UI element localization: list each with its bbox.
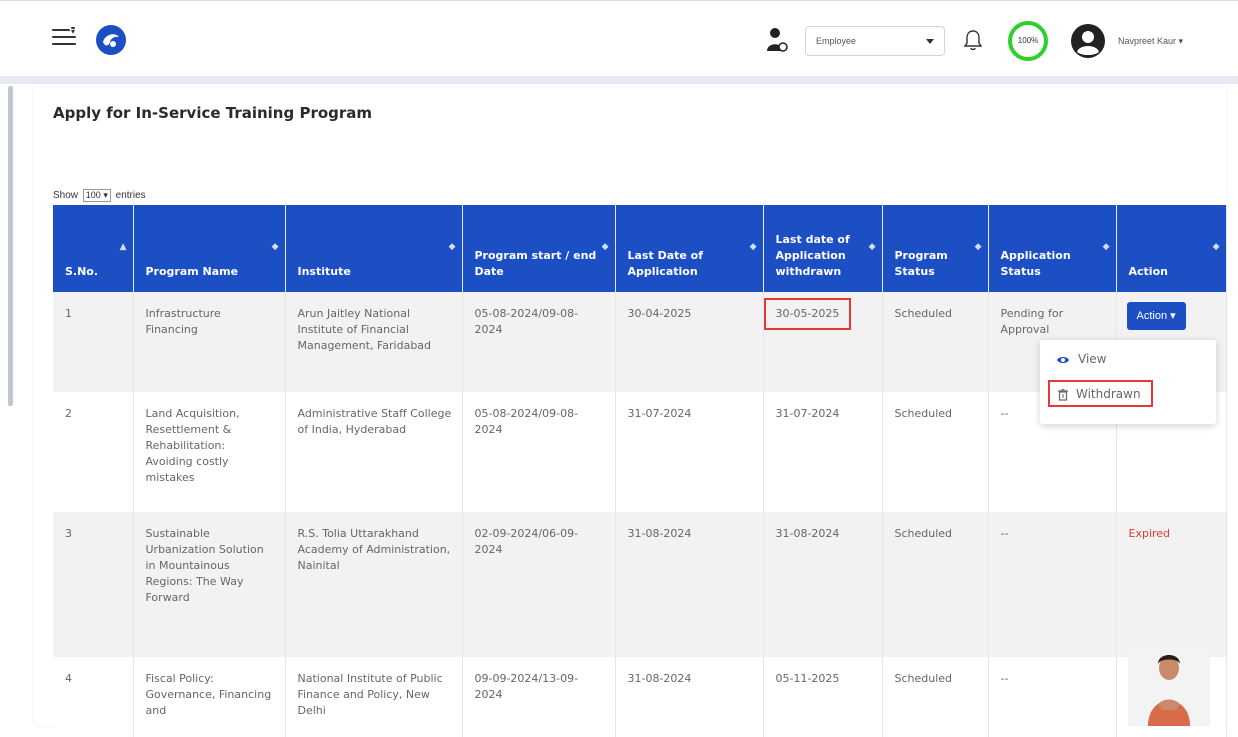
header-label: Program start / end Date: [474, 249, 597, 278]
entries-select[interactable]: 100 ▾: [82, 189, 111, 202]
cell-program-status: Scheduled: [882, 657, 989, 737]
cell-program-status: Scheduled: [882, 392, 989, 512]
sort-icon: ◆: [749, 242, 757, 252]
sort-icon: ◆: [271, 242, 279, 252]
column-header-action[interactable]: Action ◆: [1116, 205, 1227, 292]
cell-program-dates: 05-08-2024/09-08-2024: [462, 392, 616, 512]
profile-completion-text: 100%: [1017, 36, 1039, 45]
header-label: Institute: [297, 265, 351, 278]
sidebar-scroll-indicator[interactable]: [8, 86, 13, 406]
role-select-value: Employee: [816, 36, 857, 46]
menu-item-label: View: [1078, 352, 1107, 366]
column-header-withdrawn-date[interactable]: Last date of Application withdrawn ◆: [763, 205, 883, 292]
role-select[interactable]: Employee: [805, 26, 945, 56]
cell-program-dates: 05-08-2024/09-08-2024: [462, 292, 616, 392]
column-header-institute[interactable]: Institute ◆: [285, 205, 463, 292]
menu-item-withdrawn[interactable]: Withdrawn: [1048, 380, 1153, 407]
cell-application-status: --: [988, 657, 1117, 737]
chevron-down-icon: [926, 39, 934, 44]
cell-institute: National Institute of Public Finance and…: [285, 657, 463, 737]
cell-program-status: Scheduled: [882, 292, 989, 392]
cell-action: Expired: [1116, 512, 1227, 657]
cell-sno: 1: [53, 292, 134, 392]
sort-icon: ◆: [974, 242, 982, 252]
navbar-shadow: [0, 76, 1238, 84]
cell-sno: 3: [53, 512, 134, 657]
chatbot-assistant-button[interactable]: [1128, 644, 1210, 726]
cell-withdrawn-date: 05-11-2025: [763, 657, 883, 737]
column-header-program-status[interactable]: Program Status ◆: [882, 205, 989, 292]
show-label: Show: [53, 190, 79, 201]
column-header-application-status[interactable]: Application Status ◆: [988, 205, 1117, 292]
header-label: Program Name: [145, 265, 239, 278]
highlighted-withdrawn-date: 30-05-2025: [763, 298, 852, 330]
cell-institute: Administrative Staff College of India, H…: [285, 392, 463, 512]
trash-icon: [1058, 388, 1068, 401]
eye-icon: [1057, 356, 1069, 363]
menu-item-label: Withdrawn: [1076, 387, 1141, 401]
header-label: Action: [1128, 265, 1168, 278]
chatbot-assistant-icon: [1148, 655, 1190, 726]
table-header-row: S.No. ▲ Program Name ◆ Institute ◆ Program …: [53, 205, 1227, 292]
sort-icon: ◆: [601, 242, 609, 252]
page-title: Apply for In-Service Training Program: [53, 104, 373, 122]
sort-icon: ◆: [1212, 242, 1220, 252]
user-name: Navpreet Kaur: [1118, 36, 1177, 46]
cell-program-name: Land Acquisition, Resettlement & Rehabil…: [133, 392, 286, 512]
cell-application-status: --: [988, 512, 1117, 657]
logo-icon[interactable]: [95, 24, 127, 56]
header-label: Last date of Application withdrawn: [775, 233, 850, 278]
cell-institute: Arun Jaitley National Institute of Finan…: [285, 292, 463, 392]
column-header-sno[interactable]: S.No. ▲: [53, 205, 134, 292]
sort-icon: ◆: [1102, 242, 1110, 252]
menu-item-view[interactable]: View: [1056, 352, 1106, 366]
menu-icon[interactable]: ▾: [52, 27, 78, 51]
cell-institute: R.S. Tolia Uttarakhand Academy of Admini…: [285, 512, 463, 657]
top-navbar: ▾ Employee 100% Navpreet Kaur ▾: [0, 0, 1238, 76]
header-label: Last Date of Application: [627, 249, 704, 278]
cell-sno: 4: [53, 657, 134, 737]
expired-label: Expired: [1128, 527, 1171, 540]
cell-last-date: 31-08-2024: [615, 657, 764, 737]
header-label: S.No.: [65, 265, 99, 278]
user-name-menu[interactable]: Navpreet Kaur ▾: [1118, 36, 1183, 47]
action-dropdown-menu: View Withdrawn: [1040, 340, 1216, 424]
header-label: Program Status: [894, 249, 948, 278]
cell-last-date: 30-04-2025: [615, 292, 764, 392]
cell-sno: 2: [53, 392, 134, 512]
profile-completion-indicator[interactable]: 100%: [1008, 21, 1048, 61]
header-label: Application Status: [1000, 249, 1071, 278]
entries-label: entries: [115, 190, 146, 201]
show-entries-control: Show 100 ▾ entries: [53, 189, 146, 202]
cell-withdrawn-date: 31-07-2024: [763, 392, 883, 512]
cell-program-name: Sustainable Urbanization Solution in Mou…: [133, 512, 286, 657]
entries-value: 100: [85, 190, 101, 200]
column-header-program-dates[interactable]: Program start / end Date ◆: [462, 205, 616, 292]
table-row: 3 Sustainable Urbanization Solution in M…: [53, 512, 1227, 657]
column-header-last-date[interactable]: Last Date of Application ◆: [615, 205, 764, 292]
cell-program-dates: 02-09-2024/06-09-2024: [462, 512, 616, 657]
cell-withdrawn-date: 30-05-2025: [763, 292, 883, 392]
sort-icon: ◆: [868, 242, 876, 252]
cell-last-date: 31-08-2024: [615, 512, 764, 657]
sort-icon: ▲: [119, 242, 127, 252]
training-program-table: S.No. ▲ Program Name ◆ Institute ◆ Program …: [53, 205, 1227, 737]
avatar-icon[interactable]: [1070, 23, 1106, 59]
cell-last-date: 31-07-2024: [615, 392, 764, 512]
cell-program-name: Fiscal Policy: Governance, Financing and: [133, 657, 286, 737]
table-row: 4 Fiscal Policy: Governance, Financing a…: [53, 657, 1227, 737]
cell-program-name: Infrastructure Financing: [133, 292, 286, 392]
sort-icon: ◆: [448, 242, 456, 252]
bell-icon[interactable]: [964, 29, 982, 51]
user-role-icon: [767, 28, 788, 52]
cell-withdrawn-date: 31-08-2024: [763, 512, 883, 657]
cell-program-dates: 09-09-2024/13-09-2024: [462, 657, 616, 737]
action-dropdown-button[interactable]: Action ▾: [1126, 302, 1186, 330]
column-header-program-name[interactable]: Program Name ◆: [133, 205, 286, 292]
cell-program-status: Scheduled: [882, 512, 989, 657]
